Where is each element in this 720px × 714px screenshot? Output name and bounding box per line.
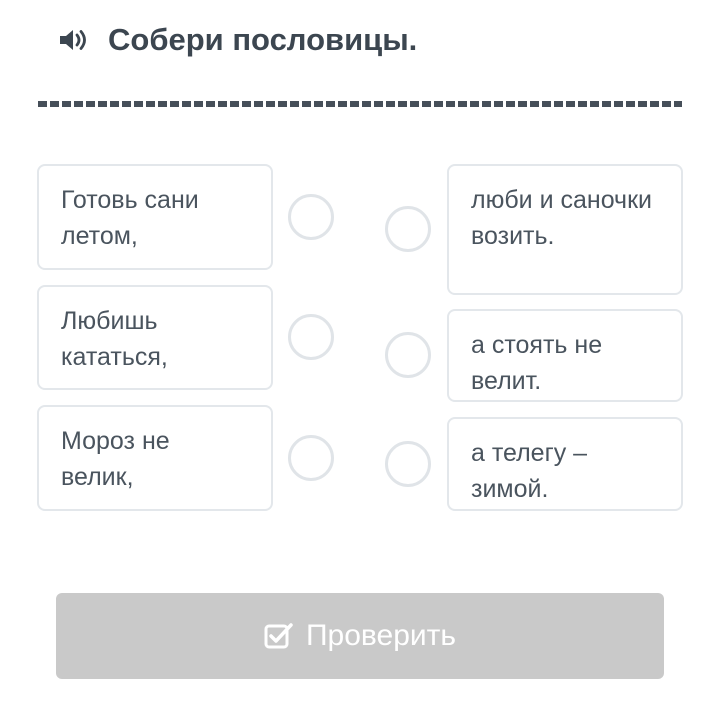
- exercise-title: Собери пословицы.: [108, 22, 418, 57]
- left-connector-1[interactable]: [288, 194, 334, 240]
- left-phrase-text: Мороз не велик,: [61, 427, 170, 491]
- right-phrase-card-2[interactable]: а стоять не велит.: [447, 309, 683, 402]
- left-phrase-text: Готовь сани летом,: [61, 186, 199, 250]
- left-phrase-card-3[interactable]: Мороз не велик,: [37, 405, 273, 511]
- dashed-divider: [38, 101, 682, 107]
- left-connector-2[interactable]: [288, 314, 334, 360]
- check-button-label: Проверить: [305, 619, 457, 652]
- right-phrase-card-3[interactable]: а телегу – зимой.: [447, 417, 683, 511]
- right-connector-1[interactable]: [385, 206, 431, 252]
- right-connector-2[interactable]: [385, 332, 431, 378]
- right-phrase-text: люби и саночки возить.: [471, 186, 652, 250]
- check-button[interactable]: Проверить: [56, 593, 664, 679]
- left-phrase-text: Любишь кататься,: [61, 307, 168, 371]
- exercise-header: Собери пословицы.: [58, 18, 417, 62]
- speaker-volume-icon[interactable]: [58, 24, 90, 56]
- right-connector-3[interactable]: [385, 441, 431, 487]
- checkbox-check-icon: [264, 621, 294, 651]
- right-phrase-text: а стоять не велит.: [471, 331, 603, 395]
- left-connector-3[interactable]: [288, 435, 334, 481]
- left-phrase-card-1[interactable]: Готовь сани летом,: [37, 164, 273, 270]
- right-phrase-card-1[interactable]: люби и саночки возить.: [447, 164, 683, 295]
- right-phrase-text: а телегу – зимой.: [471, 439, 588, 503]
- left-phrase-card-2[interactable]: Любишь кататься,: [37, 285, 273, 390]
